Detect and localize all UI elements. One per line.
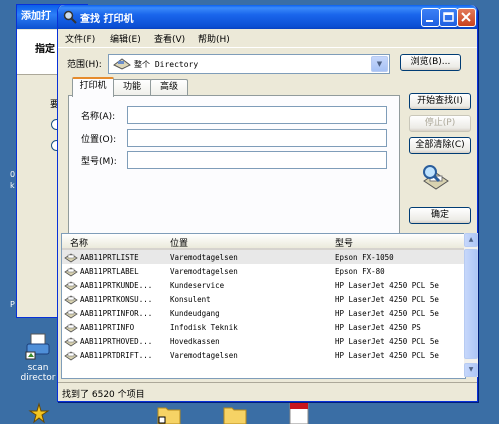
row-name: AAB11PRTLABEL <box>80 267 139 276</box>
minimize-icon <box>426 20 433 22</box>
table-row[interactable]: AAB11PRTINFO Infodisk Teknik HP LaserJet 4… <box>62 320 465 334</box>
printer-tab-panel: 名称(A): 位置(O): 型号(M): <box>68 95 400 237</box>
window-title: 查找 打印机 <box>80 14 134 25</box>
model-input[interactable] <box>127 151 387 169</box>
table-row[interactable]: AAB11PRTKONSU... Konsulent HP LaserJet 425… <box>62 292 465 306</box>
row-model: HP LaserJet 4250 PCL 5e <box>335 337 439 346</box>
printer-icon <box>64 281 78 291</box>
printer-icon <box>64 351 78 361</box>
row-location: Infodisk Teknik <box>170 323 238 332</box>
tab-printer[interactable]: 打印机 <box>72 77 114 97</box>
find-printers-window: 查找 打印机 文件(F) 编辑(E) 查看(V) 帮助(H) 范围(H): 整个… <box>57 5 478 402</box>
scroll-up-arrow-icon[interactable]: ▲ <box>464 233 478 247</box>
title-bar[interactable]: 查找 打印机 <box>58 5 477 29</box>
row-model: Epson FX-80 <box>335 267 385 276</box>
status-bar: 找到了 6520 个项目 <box>58 382 477 401</box>
clear-all-button[interactable]: 全部清除(C) <box>409 137 471 154</box>
row-name: AAB11PRTDRIFT... <box>80 351 153 360</box>
column-location[interactable]: 位置 <box>170 236 188 249</box>
find-now-button[interactable]: 开始查找(I) <box>409 93 471 110</box>
scan-director-icon <box>25 333 50 360</box>
printer-icon <box>64 309 78 319</box>
chevron-down-icon[interactable]: ▼ <box>371 56 388 72</box>
scope-label: 范围(H): <box>67 60 102 70</box>
row-model: Epson FX-1050 <box>335 253 394 262</box>
row-model: HP LaserJet 4250 PCL 5e <box>335 281 439 290</box>
desktop-icon-scan-director[interactable]: scan director <box>14 330 62 383</box>
row-name: AAB11PRTINFO <box>80 323 135 332</box>
close-button[interactable] <box>457 8 476 27</box>
status-text: 找到了 6520 个项目 <box>62 390 145 400</box>
menu-file[interactable]: 文件(F) <box>65 32 95 45</box>
menu-help[interactable]: 帮助(H) <box>198 32 230 45</box>
row-name: AAB11PRTLISTE <box>80 253 139 262</box>
name-label: 名称(A): <box>81 112 116 122</box>
scroll-thumb[interactable] <box>464 249 478 359</box>
model-label: 型号(M): <box>81 157 117 167</box>
search-printer-icon <box>423 165 449 190</box>
column-name[interactable]: 名称 <box>70 236 88 249</box>
row-location: Konsulent <box>170 295 211 304</box>
scroll-down-arrow-icon[interactable]: ▼ <box>464 363 478 377</box>
row-name: AAB11PRTHOVED... <box>80 337 153 346</box>
desktop-icon-label: scan <box>27 363 49 373</box>
table-row[interactable]: AAB11PRTINFOR... Kundeudgang HP LaserJet 4… <box>62 306 465 320</box>
printer-icon <box>64 323 78 333</box>
row-location: Kundeudgang <box>170 309 220 318</box>
ok-button[interactable]: 确定 <box>409 207 471 224</box>
row-model: HP LaserJet 4250 PCL 5e <box>335 295 439 304</box>
tab-features[interactable]: 功能 <box>112 79 152 95</box>
table-row[interactable]: AAB11PRTHOVED... Hovedkassen HP LaserJet 4… <box>62 334 465 348</box>
row-name: AAB11PRTKONSU... <box>80 295 153 304</box>
menu-bar: 文件(F) 编辑(E) 查看(V) 帮助(H) <box>58 29 477 48</box>
name-input[interactable] <box>127 106 387 124</box>
browse-button[interactable]: 浏览(B)... <box>400 54 461 71</box>
row-model: HP LaserJet 4250 PCL 5e <box>335 351 439 360</box>
location-input[interactable] <box>127 129 387 147</box>
search-icon <box>63 10 77 24</box>
column-model[interactable]: 型号 <box>335 236 353 249</box>
left-edge-text: 0 <box>10 170 16 179</box>
folder-shortcut-icon[interactable] <box>156 402 182 424</box>
table-row[interactable]: AAB11PRTLABEL Varemodtagelsen Epson FX-80 <box>62 264 465 278</box>
printer-icon <box>64 337 78 347</box>
printer-icon <box>64 267 78 277</box>
table-row[interactable]: AAB11PRTDRIFT... Varemodtagelsen HP LaserJ… <box>62 348 465 362</box>
maximize-button[interactable] <box>439 8 458 27</box>
results-header: 名称 位置 型号 <box>62 234 465 250</box>
maximize-icon <box>443 12 454 22</box>
desktop-icon-label: director <box>20 373 56 383</box>
row-location: Kundeservice <box>170 281 225 290</box>
row-location: Varemodtagelsen <box>170 267 238 276</box>
scope-value: 整个 Directory <box>134 60 199 69</box>
close-icon <box>461 12 471 22</box>
left-edge-text: P <box>10 300 15 309</box>
tab-advanced[interactable]: 高级 <box>150 79 188 95</box>
wizard-heading: 指定 <box>35 44 55 55</box>
minimize-button[interactable] <box>421 8 440 27</box>
menu-edit[interactable]: 编辑(E) <box>110 32 141 45</box>
folder-icon[interactable] <box>222 402 248 424</box>
row-location: Varemodtagelsen <box>170 253 238 262</box>
location-label: 位置(O): <box>81 135 117 145</box>
menu-view[interactable]: 查看(V) <box>154 32 185 45</box>
star-app-icon[interactable] <box>27 402 51 424</box>
row-model: HP LaserJet 4250 PS <box>335 323 421 332</box>
row-model: HP LaserJet 4250 PCL 5e <box>335 309 439 318</box>
table-row[interactable]: AAB11PRTKUNDE... Kundeservice HP LaserJet … <box>62 278 465 292</box>
directory-icon <box>113 58 131 70</box>
row-location: Hovedkassen <box>170 337 220 346</box>
results-list[interactable]: 名称 位置 型号 AAB11PRTLISTE Varemodtagelsen Eps… <box>61 233 466 379</box>
row-location: Varemodtagelsen <box>170 351 238 360</box>
pdf-file-icon[interactable] <box>286 400 312 424</box>
row-name: AAB11PRTINFOR... <box>80 309 153 318</box>
vertical-scrollbar[interactable]: ▲ ▼ <box>464 233 478 377</box>
left-edge-text: k <box>10 181 15 190</box>
scope-combobox[interactable]: 整个 Directory ▼ <box>108 54 390 74</box>
printer-icon <box>64 295 78 305</box>
printer-icon <box>64 253 78 263</box>
table-row[interactable]: AAB11PRTLISTE Varemodtagelsen Epson FX-105… <box>62 250 465 264</box>
row-name: AAB11PRTKUNDE... <box>80 281 153 290</box>
stop-button[interactable]: 停止(P) <box>409 115 471 132</box>
